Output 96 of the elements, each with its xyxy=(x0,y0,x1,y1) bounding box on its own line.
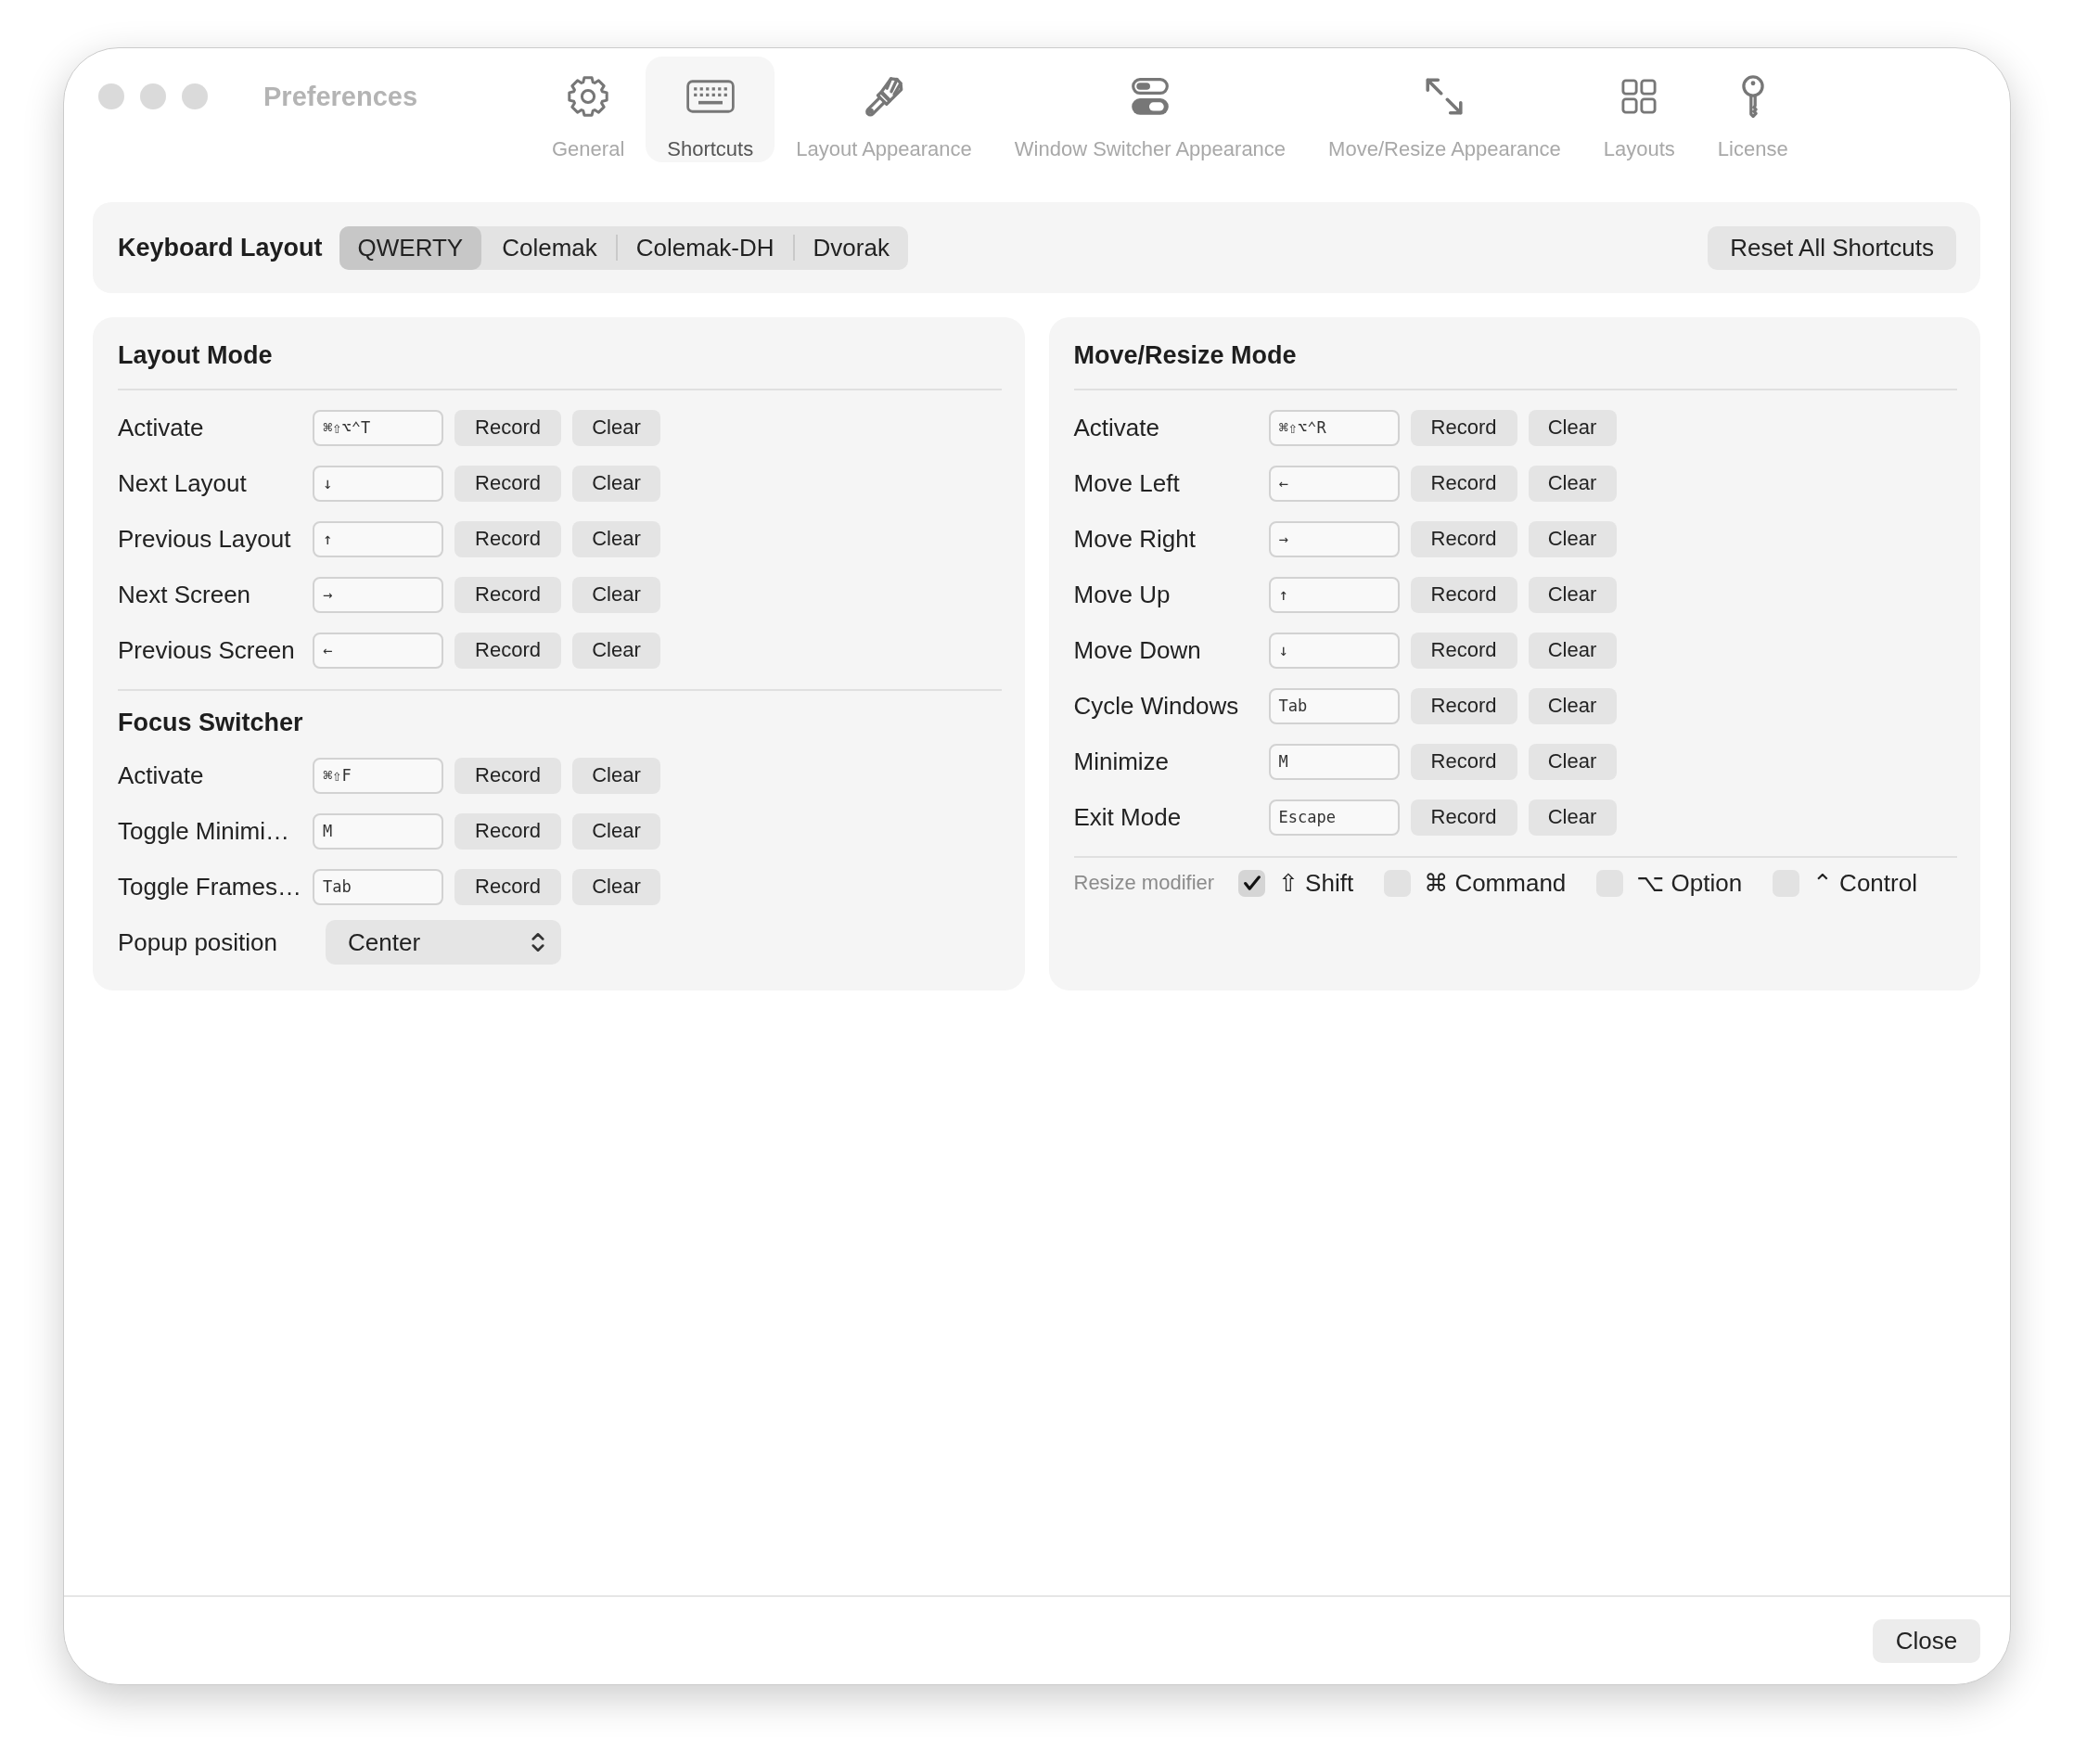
diagonal-arrows-icon xyxy=(1426,78,1464,115)
clear-button[interactable]: Clear xyxy=(572,868,660,905)
shortcut-field[interactable]: Escape xyxy=(1268,799,1400,836)
shortcut-field[interactable]: ← xyxy=(1268,465,1400,502)
shortcut-field[interactable]: ↓ xyxy=(1268,632,1400,669)
keyboard-icon xyxy=(685,80,735,113)
record-button[interactable]: Record xyxy=(454,632,561,669)
window-title: Preferences xyxy=(263,81,418,112)
record-button[interactable]: Record xyxy=(1410,687,1517,724)
toolbar-tab[interactable]: Shortcuts xyxy=(646,57,775,162)
keyboard-layout-segment[interactable]: Colemak-DH xyxy=(617,225,793,270)
shortcut-field[interactable]: ↑ xyxy=(313,520,443,557)
clear-button[interactable]: Clear xyxy=(572,409,660,446)
record-button[interactable]: Record xyxy=(1410,520,1517,557)
record-button[interactable]: Record xyxy=(454,812,561,850)
shortcut-field[interactable]: → xyxy=(313,576,443,613)
shortcut-label: Activate xyxy=(1073,413,1160,442)
shortcut-label: Minimize xyxy=(1073,747,1171,776)
keyboard-layout-segment[interactable]: Colemak xyxy=(483,225,616,270)
record-button[interactable]: Record xyxy=(1410,799,1517,836)
shortcut-field[interactable]: M xyxy=(1268,743,1400,780)
section-title: Move/Resize Mode xyxy=(1073,340,1298,371)
shortcut-label: Move Down xyxy=(1073,635,1202,665)
clear-button[interactable]: Clear xyxy=(1528,687,1617,724)
checkbox-label[interactable]: ⌥ Option xyxy=(1636,868,1743,898)
clear-button[interactable]: Clear xyxy=(1528,799,1617,836)
shortcut-label: Previous Screen xyxy=(118,635,296,665)
shortcut-field[interactable]: M xyxy=(313,812,443,850)
shortcut-label: Previous Layout xyxy=(118,524,292,554)
record-button[interactable]: Record xyxy=(454,757,561,794)
record-button[interactable]: Record xyxy=(1410,465,1517,502)
checkmark-icon xyxy=(1243,876,1261,890)
shortcut-label: Next Screen xyxy=(118,580,252,609)
shortcut-label: Next Layout xyxy=(118,468,248,498)
grid-icon xyxy=(1621,79,1658,114)
checkbox-label[interactable]: ⇧ Shift xyxy=(1278,868,1354,898)
shortcut-field[interactable]: → xyxy=(1268,520,1400,557)
window-minimize-button[interactable] xyxy=(140,83,166,109)
shortcut-label: Toggle Frames… xyxy=(118,872,302,901)
checkbox[interactable] xyxy=(1238,869,1266,897)
record-button[interactable]: Record xyxy=(454,868,561,905)
clear-button[interactable]: Clear xyxy=(1528,632,1617,669)
window-close-button[interactable] xyxy=(98,83,124,109)
clear-button[interactable]: Clear xyxy=(572,632,660,669)
clear-button[interactable]: Clear xyxy=(1528,743,1617,780)
shortcut-label: Activate xyxy=(118,413,205,442)
record-button[interactable]: Record xyxy=(454,465,561,502)
shortcut-label: Activate xyxy=(118,761,205,790)
clear-button[interactable]: Clear xyxy=(1528,409,1617,446)
section-title: Focus Switcher xyxy=(118,708,304,738)
keyboard-layout-segment[interactable]: Dvorak xyxy=(794,225,908,270)
shortcut-field[interactable]: ↑ xyxy=(1268,576,1400,613)
clear-button[interactable]: Clear xyxy=(572,576,660,613)
shortcut-field[interactable]: ← xyxy=(313,632,443,669)
reset-all-shortcuts-button[interactable]: Reset All Shortcuts xyxy=(1708,225,1956,270)
shortcut-field[interactable]: ⌘⇧⌥⌃T xyxy=(313,409,443,446)
shortcut-label: Move Up xyxy=(1073,580,1171,609)
section-title: Layout Mode xyxy=(118,340,274,371)
keyboard-layout-label: Keyboard Layout xyxy=(118,233,323,262)
keyboard-layout-segment[interactable]: QWERTY xyxy=(339,225,482,270)
checkbox-label[interactable]: ⌃ Control xyxy=(1812,868,1917,898)
record-button[interactable]: Record xyxy=(454,409,561,446)
shortcut-field[interactable]: ⌘⇧F xyxy=(313,757,443,794)
shortcut-field[interactable]: Tab xyxy=(1268,687,1400,724)
close-button[interactable]: Close xyxy=(1873,1619,1980,1663)
clear-button[interactable]: Clear xyxy=(572,465,660,502)
window-zoom-button[interactable] xyxy=(182,83,208,109)
record-button[interactable]: Record xyxy=(454,520,561,557)
gear-icon xyxy=(568,76,609,117)
clear-button[interactable]: Clear xyxy=(1528,465,1617,502)
record-button[interactable]: Record xyxy=(1410,632,1517,669)
shortcut-label: Move Right xyxy=(1073,524,1197,554)
record-button[interactable]: Record xyxy=(1410,409,1517,446)
shortcut-label: Toggle Minimi… xyxy=(118,816,290,846)
clear-button[interactable]: Clear xyxy=(1528,520,1617,557)
clear-button[interactable]: Clear xyxy=(572,520,660,557)
paintbrush-icon xyxy=(864,76,904,117)
checkbox-label[interactable]: ⌘ Command xyxy=(1424,868,1567,898)
record-button[interactable]: Record xyxy=(454,576,561,613)
popup-dropdown[interactable]: Center xyxy=(326,920,561,965)
shortcut-label: Exit Mode xyxy=(1073,802,1183,832)
shortcut-field[interactable]: ⌘⇧⌥⌃R xyxy=(1268,409,1400,446)
key-icon xyxy=(1740,75,1765,118)
record-button[interactable]: Record xyxy=(1410,743,1517,780)
shortcut-field[interactable]: Tab xyxy=(313,868,443,905)
shortcut-label: Cycle Windows xyxy=(1073,691,1240,721)
resize-modifier-label: Resize modifier xyxy=(1073,871,1215,895)
clear-button[interactable]: Clear xyxy=(572,812,660,850)
toggle-switches-icon xyxy=(1131,78,1169,115)
record-button[interactable]: Record xyxy=(1410,576,1517,613)
clear-button[interactable]: Clear xyxy=(1528,576,1617,613)
shortcut-label: Move Left xyxy=(1073,468,1181,498)
clear-button[interactable]: Clear xyxy=(572,757,660,794)
popup-position-label: Popup position xyxy=(118,927,279,957)
chevron-updown-icon xyxy=(531,932,544,952)
shortcut-field[interactable]: ↓ xyxy=(313,465,443,502)
